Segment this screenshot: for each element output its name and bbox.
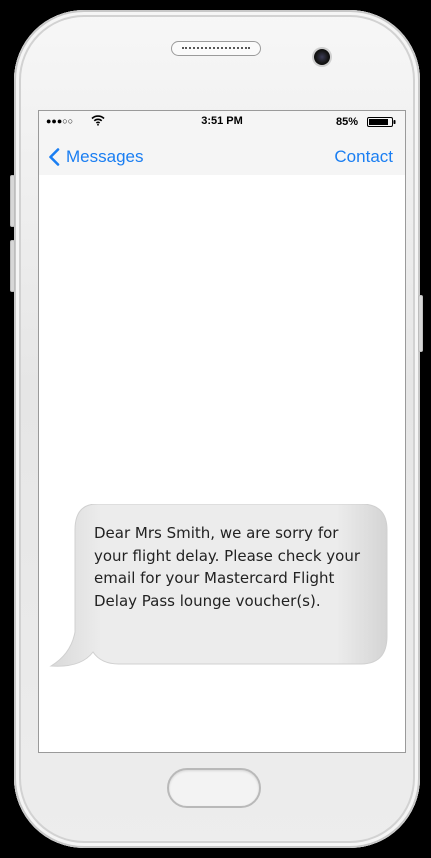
phone-screen: ●●●○○ 3:51 PM 85% Messages Contact Dear …	[38, 110, 406, 753]
battery-percentage: 85%	[335, 116, 358, 128]
back-button-label: Messages	[66, 147, 144, 166]
status-bar: ●●●○○ 3:51 PM 85%	[39, 111, 405, 137]
earpiece-speaker	[171, 41, 261, 56]
power-button[interactable]	[418, 295, 423, 352]
contact-button[interactable]: Contact	[334, 147, 393, 167]
home-button[interactable]	[167, 768, 261, 808]
back-to-messages-button[interactable]: Messages	[48, 147, 143, 167]
chevron-left-icon	[49, 148, 60, 166]
screenshot-stage: ●●●○○ 3:51 PM 85% Messages Contact Dear …	[0, 0, 431, 858]
volume-down-button[interactable]	[10, 240, 15, 292]
volume-up-button[interactable]	[10, 175, 15, 227]
navigation-bar: Messages Contact	[39, 137, 405, 175]
message-bubble[interactable]: Dear Mrs Smith, we are sorry for your fl…	[49, 504, 394, 674]
battery-icon	[367, 117, 396, 127]
message-text: Dear Mrs Smith, we are sorry for your fl…	[94, 524, 361, 610]
front-camera-icon	[314, 49, 330, 65]
